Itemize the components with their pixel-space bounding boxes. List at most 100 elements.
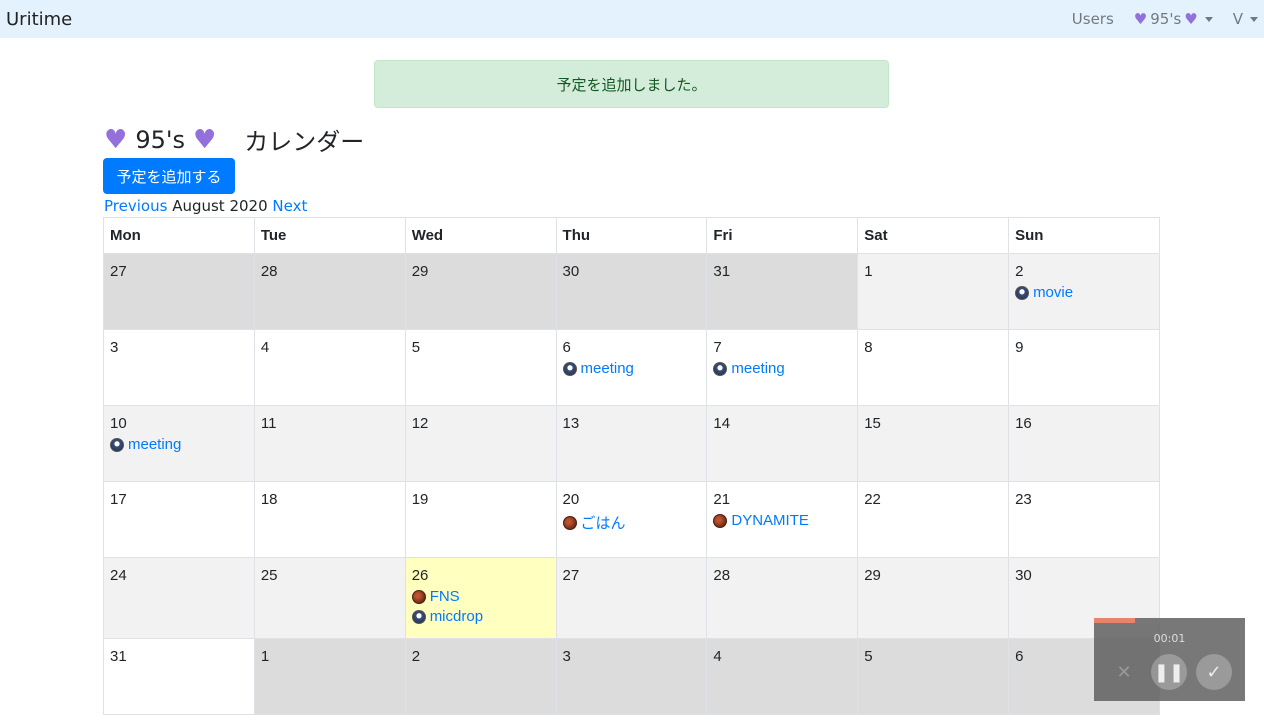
calendar-day-cell[interactable]: 18 — [253, 481, 406, 558]
calendar-day-cell[interactable]: 31 — [706, 253, 859, 330]
calendar-event-link[interactable]: micdrop — [411, 608, 550, 625]
weekday-header: Sun — [1008, 217, 1160, 254]
title-calendar-label: カレンダー — [244, 128, 365, 156]
calendar-day-cell[interactable]: 30 — [555, 253, 708, 330]
day-number: 18 — [260, 491, 278, 508]
day-number: 31 — [110, 648, 127, 665]
heart-icon: ♥ — [192, 124, 217, 155]
calendar-day-cell[interactable]: 29 — [857, 557, 1010, 639]
calendar-event-link[interactable]: FNS — [411, 588, 550, 605]
day-number: 26 — [411, 567, 429, 584]
chevron-down-icon — [1250, 16, 1258, 22]
calendar-day-cell[interactable]: 17 — [103, 481, 255, 558]
calendar-day-cell[interactable]: 23 — [1008, 481, 1160, 558]
day-number: 29 — [864, 567, 881, 584]
calendar-event-link[interactable]: DYNAMITE — [713, 512, 851, 529]
calendar-day-cell[interactable]: 5 — [404, 329, 557, 406]
calendar-event-link[interactable]: movie — [1015, 284, 1153, 301]
day-number: 11 — [260, 415, 277, 432]
day-number: 16 — [1015, 415, 1032, 432]
day-number: 17 — [110, 491, 127, 508]
calendar-day-cell[interactable]: 7 meeting — [706, 329, 859, 406]
next-month-link[interactable]: Next — [272, 197, 307, 215]
calendar-day-cell[interactable]: 15 — [857, 405, 1010, 482]
nav-group-dropdown[interactable]: ♥ 95's ♥ — [1134, 10, 1213, 28]
finish-recording-button[interactable]: ✓ — [1196, 654, 1232, 690]
nav-users-link[interactable]: Users — [1072, 10, 1114, 28]
day-number: 22 — [864, 491, 881, 508]
calendar-day-cell[interactable]: 5 — [857, 638, 1010, 715]
calendar-day-cell[interactable]: 22 — [857, 481, 1010, 558]
day-number: 21 — [713, 491, 731, 508]
navbar: Uritime Users ♥ 95's ♥ V — [0, 0, 1264, 38]
check-icon: ✓ — [1206, 661, 1222, 683]
nav-user-name: V — [1232, 10, 1243, 28]
calendar-event-link[interactable]: meeting — [562, 360, 701, 377]
nav-user-dropdown[interactable]: V — [1233, 10, 1258, 28]
avatar-icon — [411, 609, 426, 624]
calendar-day-cell[interactable]: 25 — [253, 557, 406, 639]
avatar-icon — [411, 589, 426, 604]
add-event-button[interactable]: 予定を追加する — [103, 158, 235, 194]
title-group-name: 95's — [135, 125, 185, 154]
calendar-day-cell[interactable]: 3 — [103, 329, 255, 406]
calendar-day-cell[interactable]: 1 — [253, 638, 406, 715]
calendar-day-cell[interactable]: 28 — [706, 557, 859, 639]
weekday-header-row: Mon Tue Wed Thu Fri Sat Sun — [103, 217, 1160, 254]
avatar-icon — [713, 361, 728, 376]
day-number: 25 — [260, 567, 278, 584]
event-title: micdrop — [429, 608, 484, 625]
day-number: 12 — [411, 415, 429, 432]
calendar-day-cell[interactable]: 28 — [253, 253, 406, 330]
recording-progress-fill — [1094, 618, 1135, 623]
heart-icon: ♥ — [1133, 10, 1148, 28]
calendar-day-cell[interactable]: 13 — [555, 405, 708, 482]
calendar-day-cell[interactable]: 4 — [706, 638, 859, 715]
calendar-day-cell[interactable]: 2 movie — [1008, 253, 1160, 330]
calendar-week-row: 24 25 26 FNS micdrop 27 28 29 30 — [103, 557, 1160, 639]
calendar-day-cell[interactable]: 3 — [555, 638, 708, 715]
calendar-day-cell[interactable]: 26 FNS micdrop — [404, 557, 557, 639]
day-number: 27 — [110, 263, 127, 280]
calendar-day-cell[interactable]: 10 meeting — [103, 405, 255, 482]
calendar-day-cell[interactable]: 27 — [555, 557, 708, 639]
calendar-event-link[interactable]: meeting — [110, 436, 248, 453]
weekday-header: Fri — [706, 217, 859, 254]
calendar-day-cell[interactable]: 19 — [404, 481, 557, 558]
calendar-day-cell[interactable]: 6 meeting — [555, 329, 708, 406]
day-number: 30 — [562, 263, 580, 280]
calendar-day-cell[interactable]: 11 — [253, 405, 406, 482]
calendar-day-cell[interactable]: 14 — [706, 405, 859, 482]
discard-recording-button[interactable]: ✕ — [1106, 654, 1142, 690]
day-number: 1 — [260, 648, 270, 665]
calendar-day-cell[interactable]: 2 — [404, 638, 557, 715]
calendar-day-cell[interactable]: 27 — [103, 253, 255, 330]
day-number: 3 — [562, 648, 571, 665]
day-number: 31 — [713, 263, 731, 280]
month-navigation: Previous August 2020 Next — [104, 197, 307, 215]
weekday-header: Tue — [253, 217, 406, 254]
calendar-day-cell[interactable]: 24 — [103, 557, 255, 639]
calendar-day-cell[interactable]: 31 — [103, 638, 255, 715]
event-title: meeting — [128, 436, 182, 453]
calendar-event-link[interactable]: ごはん — [562, 512, 701, 533]
calendar-day-cell[interactable]: 12 — [404, 405, 557, 482]
calendar-day-cell[interactable]: 8 — [857, 329, 1010, 406]
calendar-day-cell[interactable]: 1 — [857, 253, 1010, 330]
calendar-day-cell[interactable]: 9 — [1008, 329, 1160, 406]
calendar-day-cell[interactable]: 21 DYNAMITE — [706, 481, 859, 558]
calendar-day-cell[interactable]: 20 ごはん — [555, 481, 708, 558]
pause-recording-button[interactable]: ❚❚ — [1151, 654, 1187, 690]
calendar-week-row: 10 meeting 11 12 13 14 15 16 — [103, 405, 1160, 482]
success-alert: 予定を追加しました。 — [374, 60, 889, 108]
event-title: ごはん — [580, 515, 626, 532]
day-number: 23 — [1015, 491, 1032, 508]
avatar-icon — [713, 513, 728, 528]
calendar-day-cell[interactable]: 16 — [1008, 405, 1160, 482]
calendar-day-cell[interactable]: 29 — [404, 253, 557, 330]
calendar-day-cell[interactable]: 4 — [253, 329, 406, 406]
brand-link[interactable]: Uritime — [6, 9, 72, 30]
day-number: 20 — [562, 491, 580, 508]
calendar-event-link[interactable]: meeting — [713, 360, 851, 377]
previous-month-link[interactable]: Previous — [104, 197, 167, 215]
